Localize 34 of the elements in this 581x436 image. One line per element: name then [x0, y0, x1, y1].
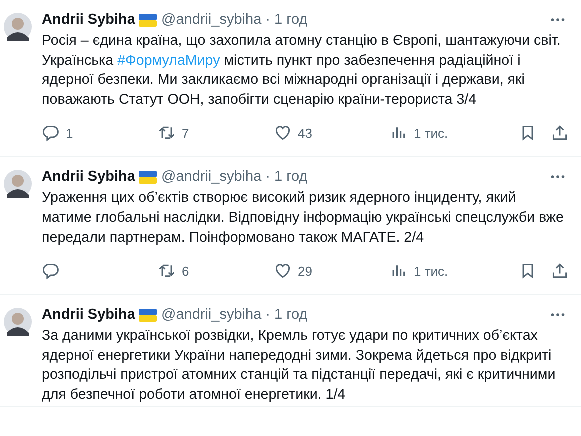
author-name[interactable]: Andrii Sybiha — [42, 169, 136, 186]
reply-icon[interactable] — [42, 124, 60, 142]
more-icon[interactable] — [551, 18, 565, 22]
repost-count: 6 — [182, 264, 190, 279]
author-handle[interactable]: @andrii_sybiha — [161, 307, 262, 324]
flag-icon — [139, 308, 158, 322]
share-icon[interactable] — [551, 262, 569, 280]
flag-icon — [139, 170, 158, 184]
post-time[interactable]: · 1 год — [266, 307, 308, 324]
share-icon[interactable] — [551, 124, 569, 142]
post-time[interactable]: · 1 год — [266, 169, 308, 186]
repost-count: 7 — [182, 126, 190, 141]
reply-count: 1 — [66, 126, 74, 141]
avatar[interactable] — [4, 308, 32, 336]
more-icon[interactable] — [551, 175, 565, 180]
heart-icon[interactable] — [274, 124, 292, 142]
flag-icon — [139, 14, 158, 26]
view-count: 1 тис. — [414, 264, 448, 279]
post-text: Росія – єдина країна, що захопила атомну станцію в Європі, шантажуючи світ. Українська #ФормулаМиру містить пункт про забезпечення радіаційної і ядерної безпеки. Ми закликаємо всі міжнародні організації і держави, які поважають Статут ООН, запобігти сценарію країни-терориста 3/4 — [42, 32, 562, 110]
like-count: 43 — [298, 126, 312, 141]
post-text: За даними української розвідки, Кремль готує удари по критичних об’єктах ядерної енергетики України напередодні зими. Зокрема йдеться про відкриті розподільчі пристрої атомних станцій та підстанції передачі, які є критичними для безпечної роботи атомної енергетики. 1/4 — [42, 327, 557, 405]
author-name[interactable]: Andrii Sybiha — [42, 307, 136, 324]
more-icon[interactable] — [551, 313, 565, 318]
author-handle[interactable]: @andrii_sybiha — [161, 12, 262, 28]
avatar[interactable] — [4, 170, 32, 198]
post-text: Ураження цих об’єктів створює високий ризик ядерного інциденту, який матиме глобальні наслідки. Відповідну інформацію українські спецслужби вже передали партнерам. Поінформовано також МАГАТЕ. 2/4 — [42, 189, 565, 248]
reply-icon[interactable] — [42, 262, 60, 280]
view-count: 1 тис. — [414, 126, 448, 141]
heart-icon[interactable] — [274, 262, 292, 280]
like-count: 29 — [298, 264, 312, 279]
avatar[interactable] — [4, 13, 32, 41]
author-handle[interactable]: @andrii_sybiha — [161, 169, 262, 186]
author-name[interactable]: Andrii Sybiha — [42, 12, 136, 28]
post-time[interactable]: · 1 год — [266, 12, 308, 28]
